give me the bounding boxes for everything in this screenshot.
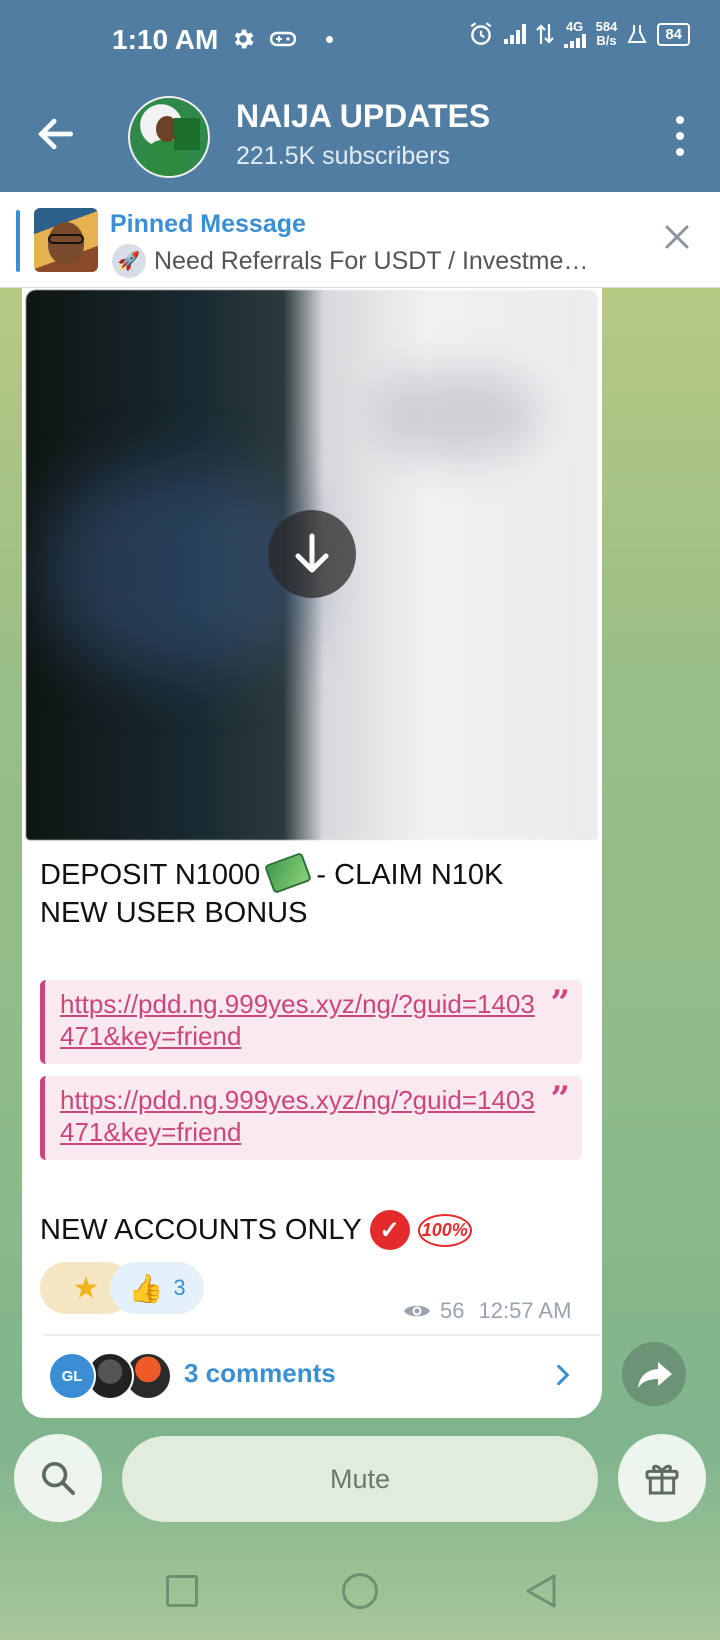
dot-icon	[326, 35, 333, 43]
mute-button[interactable]: Mute	[122, 1436, 598, 1522]
quote-icon: ”	[550, 1079, 570, 1119]
thumbs-up-icon: 👍	[128, 1272, 164, 1304]
channel-avatar[interactable]	[128, 96, 210, 178]
net-speed-value: 584	[595, 19, 618, 34]
alarm-icon	[470, 22, 492, 45]
gift-icon	[645, 1464, 679, 1495]
pinned-indicator	[16, 210, 20, 272]
reaction-thumbs-up[interactable]: 👍 3	[110, 1262, 204, 1314]
message-line-2: NEW USER BONUS	[40, 897, 308, 929]
nav-back-icon[interactable]	[524, 1573, 558, 1609]
subscriber-count: 221.5K subscribers	[236, 142, 451, 170]
flask-icon	[627, 25, 647, 43]
referral-link-1[interactable]: https://pdd.ng.999yes.xyz/ng/?guid=14034…	[60, 989, 535, 1051]
gamepad-icon	[270, 31, 296, 47]
comments-row[interactable]: GL 3 comments	[46, 1348, 586, 1404]
net-speed-unit: B/s	[596, 33, 617, 48]
status-left-icons	[230, 26, 333, 52]
back-arrow-icon[interactable]	[34, 112, 78, 156]
view-count: 56	[440, 1298, 465, 1323]
bottom-action-bar: Mute	[0, 1430, 720, 1530]
download-arrow-icon	[295, 533, 329, 573]
message-meta: 56 12:57 AM	[402, 1298, 571, 1324]
comments-divider	[44, 1334, 600, 1336]
system-nav-bar	[0, 1555, 720, 1635]
message-line-3: NEW ACCOUNTS ONLY	[40, 1213, 362, 1246]
download-button[interactable]	[268, 510, 356, 598]
data-transfer-icon	[535, 24, 554, 44]
message-line-1: DEPOSIT N1000	[40, 859, 261, 891]
channel-title[interactable]: NAIJA UPDATES	[236, 98, 490, 135]
message-text-2: NEW ACCOUNTS ONLY ✓ 100%	[40, 1210, 472, 1250]
rocket-icon: 🚀	[112, 244, 146, 278]
status-time: 1:10 AM	[112, 24, 219, 55]
checkmark-badge-icon: ✓	[369, 1210, 410, 1250]
message-time: 12:57 AM	[478, 1298, 572, 1323]
network-type: 4G	[565, 19, 584, 34]
star-icon: ★	[72, 1271, 100, 1305]
status-right-icons: 4G 584 B/s 84	[468, 20, 690, 48]
message-line-1-suffix: - CLAIM N10K	[308, 859, 504, 891]
eye-icon	[404, 1305, 430, 1317]
quote-icon: ”	[550, 983, 570, 1023]
close-icon[interactable]	[662, 222, 692, 252]
signal-icon	[503, 24, 526, 44]
gift-button[interactable]	[618, 1434, 706, 1522]
search-button[interactable]	[14, 1434, 102, 1522]
pinned-message-bar[interactable]: Pinned Message 🚀 Need Referrals For USDT…	[0, 192, 720, 288]
commenter-avatar-1: GL	[48, 1352, 96, 1400]
thumbs-up-count: 3	[173, 1275, 186, 1300]
gear-icon	[234, 29, 254, 49]
money-emoji-icon	[264, 852, 313, 894]
status-bar: 1:10 AM 4G 584 B/s 84	[0, 0, 720, 80]
chevron-right-icon[interactable]	[550, 1360, 576, 1390]
share-arrow-icon	[638, 1362, 672, 1388]
search-icon	[42, 1462, 75, 1495]
link-quote-1[interactable]: https://pdd.ng.999yes.xyz/ng/?guid=14034…	[40, 980, 582, 1064]
hundred-emoji-icon: 100%	[417, 1213, 472, 1247]
signal-4g-icon: 4G	[563, 19, 586, 48]
link-quote-2[interactable]: https://pdd.ng.999yes.xyz/ng/?guid=14034…	[40, 1076, 582, 1160]
comments-label[interactable]: 3 comments	[184, 1358, 336, 1389]
more-menu-icon[interactable]	[674, 116, 686, 156]
pinned-thumbnail	[34, 208, 98, 272]
message-text: DEPOSIT N1000 - CLAIM N10K NEW USER BONU…	[40, 852, 560, 932]
home-icon[interactable]	[342, 1573, 378, 1609]
battery-icon: 84	[657, 22, 690, 46]
chat-header[interactable]: NAIJA UPDATES 221.5K subscribers	[0, 82, 720, 192]
net-speed: 584 B/s	[596, 20, 618, 48]
pinned-title: Pinned Message	[110, 210, 306, 238]
top-bar: 1:10 AM 4G 584 B/s 84 NAIJA UPDATES 221.…	[0, 0, 720, 192]
pinned-text-row: 🚀 Need Referrals For USDT / Investme…	[112, 244, 632, 278]
pinned-text: Need Referrals For USDT / Investme…	[154, 246, 589, 275]
recents-icon[interactable]	[166, 1575, 198, 1607]
share-button[interactable]	[622, 1342, 686, 1406]
referral-link-2[interactable]: https://pdd.ng.999yes.xyz/ng/?guid=14034…	[60, 1085, 535, 1147]
